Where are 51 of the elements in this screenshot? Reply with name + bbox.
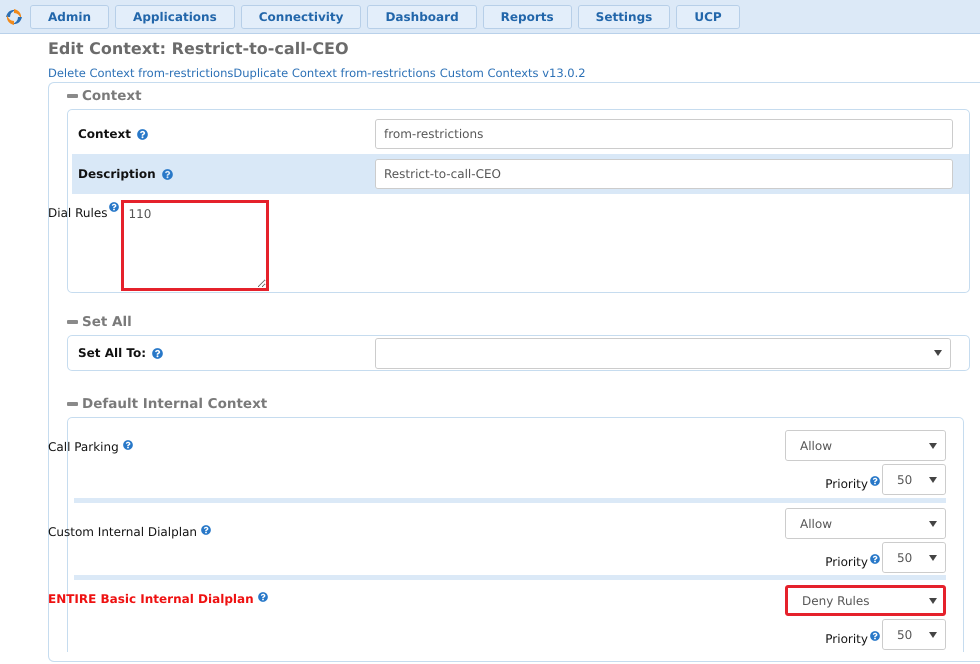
field-label: Set All To: bbox=[78, 346, 146, 360]
section-title: Default Internal Context bbox=[82, 396, 268, 412]
help-icon[interactable] bbox=[162, 168, 173, 180]
page-title: Edit Context: Restrict-to-call-CEO bbox=[48, 38, 350, 60]
help-icon[interactable] bbox=[152, 348, 164, 358]
caret-icon bbox=[929, 442, 937, 448]
nav-button[interactable]: UCP bbox=[676, 4, 740, 28]
caret-icon bbox=[929, 598, 937, 604]
field-label: Description bbox=[78, 167, 156, 181]
priority-label: Priority bbox=[825, 476, 868, 490]
text-input[interactable]: Restrict-to-call-CEO bbox=[375, 159, 953, 189]
priority-select[interactable]: 50 bbox=[882, 619, 946, 650]
priority-select[interactable]: 50 bbox=[882, 464, 946, 495]
nav-button[interactable]: Reports bbox=[482, 4, 572, 28]
nav-button[interactable]: Connectivity bbox=[240, 4, 362, 28]
text-input[interactable]: from-restrictions bbox=[375, 119, 953, 149]
nav-button[interactable]: Dashboard bbox=[367, 4, 477, 28]
help-icon[interactable] bbox=[201, 525, 212, 535]
help-icon[interactable] bbox=[870, 476, 880, 486]
section-title: Context bbox=[82, 88, 142, 104]
field-label: Context bbox=[78, 127, 131, 141]
priority-label: Priority bbox=[825, 632, 868, 646]
help-icon[interactable] bbox=[870, 630, 880, 640]
help-icon[interactable] bbox=[136, 128, 148, 140]
rule-label: Call Parking bbox=[48, 440, 119, 454]
priority-select[interactable]: 50 bbox=[882, 542, 946, 573]
help-icon[interactable] bbox=[122, 440, 133, 450]
caret-icon bbox=[929, 476, 937, 482]
help-icon[interactable] bbox=[258, 592, 268, 602]
header-link[interactable]: Custom Contexts v13.0.2 bbox=[440, 66, 586, 80]
caret-icon bbox=[929, 554, 937, 560]
nav-button[interactable]: Settings bbox=[578, 4, 670, 28]
priority-label: Priority bbox=[825, 554, 868, 568]
rule-label: Custom Internal Dialplan bbox=[48, 525, 198, 539]
permission-select[interactable]: Allow bbox=[785, 508, 946, 539]
nav-button[interactable]: Admin bbox=[30, 4, 110, 28]
help-icon[interactable] bbox=[109, 202, 120, 212]
rule-label: ENTIRE Basic Internal Dialplan bbox=[48, 592, 254, 606]
logo-icon bbox=[4, 6, 24, 26]
help-icon[interactable] bbox=[870, 554, 880, 564]
caret-icon bbox=[929, 632, 937, 638]
dial-rules-textarea[interactable]: 110 bbox=[121, 200, 270, 291]
section-title: Set All bbox=[82, 314, 132, 330]
permission-select[interactable]: Deny Rules bbox=[785, 585, 946, 616]
caret-icon bbox=[934, 350, 942, 356]
permission-select[interactable]: Allow bbox=[785, 430, 946, 461]
caret-icon bbox=[929, 520, 937, 526]
nav-button[interactable]: Applications bbox=[115, 4, 235, 28]
header-link[interactable]: Duplicate Context from-restrictions bbox=[233, 66, 436, 80]
field-label: Dial Rules bbox=[48, 206, 108, 220]
header-link[interactable]: Delete Context from-restrictions bbox=[48, 66, 234, 80]
